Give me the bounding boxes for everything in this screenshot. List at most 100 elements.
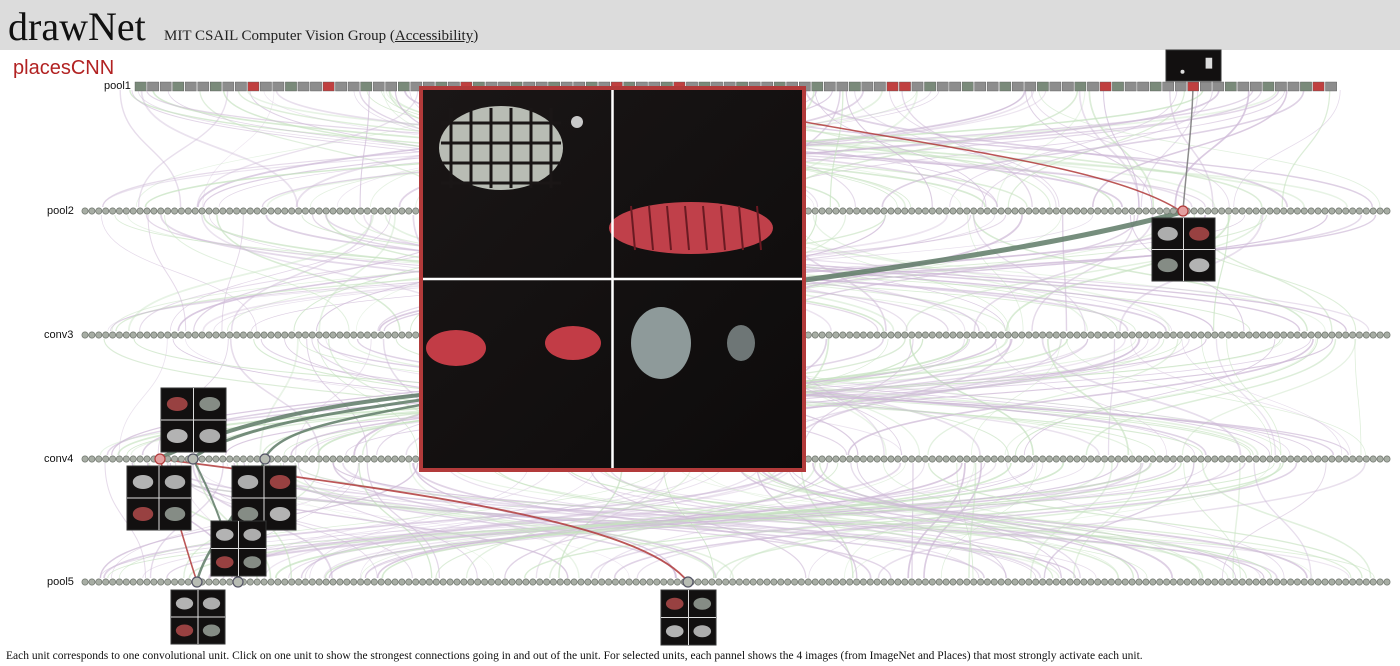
unit-node[interactable] [1190, 207, 1198, 215]
unit-node[interactable] [1383, 455, 1391, 463]
unit-node[interactable] [115, 207, 123, 215]
unit-node[interactable] [1355, 578, 1363, 586]
filter-thumbnail[interactable] [1262, 81, 1275, 92]
unit-node[interactable] [1066, 455, 1074, 463]
filter-thumbnail[interactable] [911, 81, 924, 92]
unit-node[interactable] [1052, 331, 1060, 339]
unit-node[interactable] [639, 578, 647, 586]
unit-node[interactable] [288, 331, 296, 339]
unit-node[interactable] [1307, 455, 1315, 463]
unit-node[interactable] [605, 578, 613, 586]
unit-node[interactable] [1176, 331, 1184, 339]
unit-node[interactable] [1252, 578, 1260, 586]
unit-node[interactable] [1245, 455, 1253, 463]
unit-node[interactable] [239, 331, 247, 339]
unit-node[interactable] [908, 455, 916, 463]
unit-node[interactable] [363, 331, 371, 339]
unit-node[interactable] [384, 207, 392, 215]
unit-node[interactable] [1362, 578, 1370, 586]
unit-node[interactable] [1211, 578, 1219, 586]
unit-node[interactable] [95, 455, 103, 463]
unit-node[interactable] [887, 578, 895, 586]
unit-node[interactable] [1135, 207, 1143, 215]
unit-node[interactable] [667, 578, 675, 586]
unit-node[interactable] [308, 455, 316, 463]
unit-node[interactable] [756, 578, 764, 586]
unit-node[interactable] [233, 455, 241, 463]
unit-node[interactable] [315, 331, 323, 339]
unit-node[interactable] [171, 207, 179, 215]
unit-node[interactable] [1128, 578, 1136, 586]
unit-node[interactable] [1080, 207, 1088, 215]
unit-node[interactable] [1376, 207, 1384, 215]
selected-unit[interactable] [259, 453, 271, 465]
unit-node[interactable] [970, 207, 978, 215]
unit-node[interactable] [901, 455, 909, 463]
unit-node[interactable] [487, 578, 495, 586]
unit-node[interactable] [1004, 331, 1012, 339]
unit-node[interactable] [735, 578, 743, 586]
unit-node[interactable] [143, 455, 151, 463]
unit-node[interactable] [1300, 578, 1308, 586]
unit-node[interactable] [832, 207, 840, 215]
unit-node[interactable] [839, 455, 847, 463]
unit-node[interactable] [928, 207, 936, 215]
unit-node[interactable] [1362, 455, 1370, 463]
unit-node[interactable] [1183, 331, 1191, 339]
unit-node[interactable] [515, 578, 523, 586]
unit-node[interactable] [873, 207, 881, 215]
unit-node[interactable] [1107, 455, 1115, 463]
unit-node[interactable] [921, 578, 929, 586]
unit-node[interactable] [1349, 331, 1357, 339]
unit-node[interactable] [1349, 455, 1357, 463]
unit-node[interactable] [1080, 455, 1088, 463]
filter-thumbnail[interactable] [222, 81, 235, 92]
unit-node[interactable] [384, 331, 392, 339]
unit-node[interactable] [701, 578, 709, 586]
unit-node[interactable] [1149, 207, 1157, 215]
unit-node[interactable] [921, 455, 929, 463]
unit-node[interactable] [1225, 455, 1233, 463]
unit-node[interactable] [1259, 578, 1267, 586]
unit-node[interactable] [329, 455, 337, 463]
unit-node[interactable] [963, 207, 971, 215]
unit-node[interactable] [363, 207, 371, 215]
unit-node[interactable] [1293, 331, 1301, 339]
unit-node[interactable] [398, 455, 406, 463]
filter-thumbnail[interactable] [824, 81, 836, 92]
unit-node[interactable] [136, 207, 144, 215]
unit-node[interactable] [295, 331, 303, 339]
unit-node[interactable] [1204, 455, 1212, 463]
filter-thumbnail[interactable] [322, 81, 335, 92]
unit-node[interactable] [301, 331, 309, 339]
filter-thumbnail[interactable] [999, 81, 1012, 92]
unit-node[interactable] [632, 578, 640, 586]
filter-thumbnail[interactable] [159, 81, 172, 92]
selected-unit[interactable] [154, 453, 166, 465]
unit-node[interactable] [591, 578, 599, 586]
unit-node[interactable] [226, 578, 234, 586]
unit-node[interactable] [1314, 331, 1322, 339]
unit-node[interactable] [157, 207, 165, 215]
unit-node[interactable] [494, 578, 502, 586]
unit-node[interactable] [963, 578, 971, 586]
unit-node[interactable] [150, 331, 158, 339]
filter-thumbnail[interactable] [134, 81, 147, 92]
filter-thumbnail[interactable] [1300, 81, 1312, 92]
unit-node[interactable] [894, 578, 902, 586]
unit-node[interactable] [1280, 331, 1288, 339]
unit-node[interactable] [1087, 578, 1095, 586]
unit-node[interactable] [308, 207, 316, 215]
unit-node[interactable] [329, 207, 337, 215]
unit-node[interactable] [412, 578, 420, 586]
unit-node[interactable] [1107, 578, 1115, 586]
unit-node[interactable] [260, 578, 268, 586]
unit-node[interactable] [1149, 578, 1157, 586]
unit-node[interactable] [1280, 455, 1288, 463]
unit-node[interactable] [267, 578, 275, 586]
unit-node[interactable] [184, 207, 192, 215]
unit-node[interactable] [1335, 455, 1343, 463]
unit-node[interactable] [1059, 578, 1067, 586]
unit-node[interactable] [1245, 578, 1253, 586]
unit-node[interactable] [1204, 578, 1212, 586]
